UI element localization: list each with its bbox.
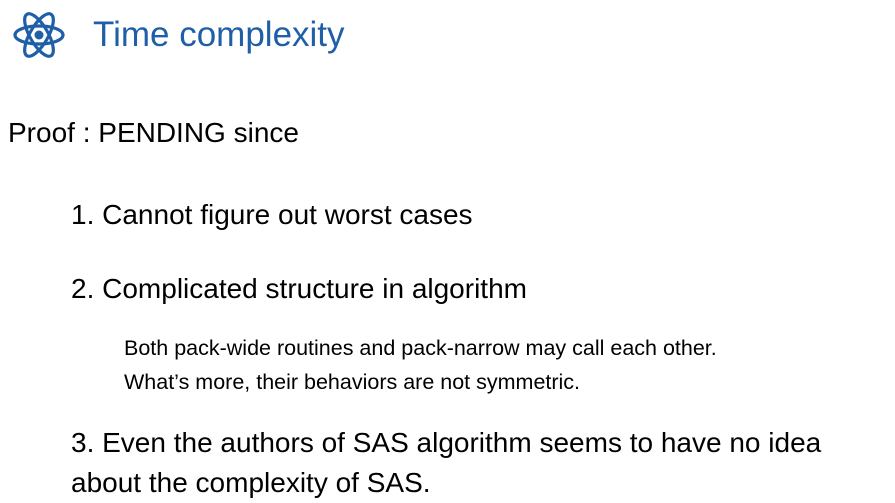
note-line-2: What’s more, their behaviors are not sym… [124, 370, 581, 394]
list-item-3-line-2: about the complexity of SAS. [71, 467, 431, 498]
slide-title: Time complexity [93, 15, 345, 54]
list-item-3-line-1: 3. Even the authors of SAS algorithm see… [71, 427, 822, 458]
list-item-1: 1. Cannot figure out worst cases [71, 199, 473, 230]
list-item-3: 3. Even the authors of SAS algorithm see… [71, 423, 821, 503]
proof-intro: Proof : PENDING since [8, 117, 299, 148]
list-item-2: 2. Complicated structure in algorithm [71, 273, 527, 304]
atom-icon [13, 12, 65, 58]
slide: Time complexity Proof : PENDING since 1.… [0, 0, 895, 500]
list-item-2-note: Both pack-wide routines and pack-narrow … [124, 331, 717, 399]
note-line-1: Both pack-wide routines and pack-narrow … [124, 336, 717, 360]
